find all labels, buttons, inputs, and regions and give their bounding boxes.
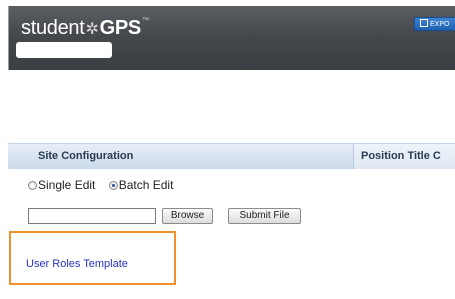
- batch-edit-option[interactable]: Batch Edit: [108, 178, 174, 192]
- app-logo[interactable]: student✲GPS™: [21, 17, 149, 40]
- single-edit-radio[interactable]: [28, 181, 37, 190]
- submit-file-button[interactable]: Submit File: [228, 208, 301, 224]
- file-path-input[interactable]: [28, 208, 156, 224]
- logo-text-prefix: student: [21, 17, 85, 39]
- batch-edit-radio[interactable]: [108, 181, 118, 190]
- export-icon: [420, 19, 428, 27]
- export-button[interactable]: EXPO: [414, 17, 455, 31]
- edit-mode-group: Single Edit Batch Edit: [28, 178, 173, 192]
- app-header: student✲GPS™ EXPO: [8, 6, 455, 70]
- logo-star-icon: ✲: [85, 21, 99, 38]
- tab-bar: Site Configuration Position Title C: [8, 143, 455, 169]
- single-edit-label: Single Edit: [38, 178, 96, 192]
- user-name-box[interactable]: [16, 42, 112, 58]
- tab-position-title[interactable]: Position Title C: [353, 144, 455, 169]
- tab-site-configuration[interactable]: Site Configuration: [38, 144, 133, 169]
- export-button-label: EXPO: [430, 21, 450, 28]
- user-roles-template-link[interactable]: User Roles Template: [26, 258, 128, 270]
- logo-trademark: ™: [141, 17, 149, 24]
- browse-button[interactable]: Browse: [162, 208, 213, 224]
- single-edit-option[interactable]: Single Edit: [28, 178, 95, 192]
- logo-text-suffix: GPS: [99, 17, 142, 39]
- batch-edit-label: Batch Edit: [118, 178, 174, 192]
